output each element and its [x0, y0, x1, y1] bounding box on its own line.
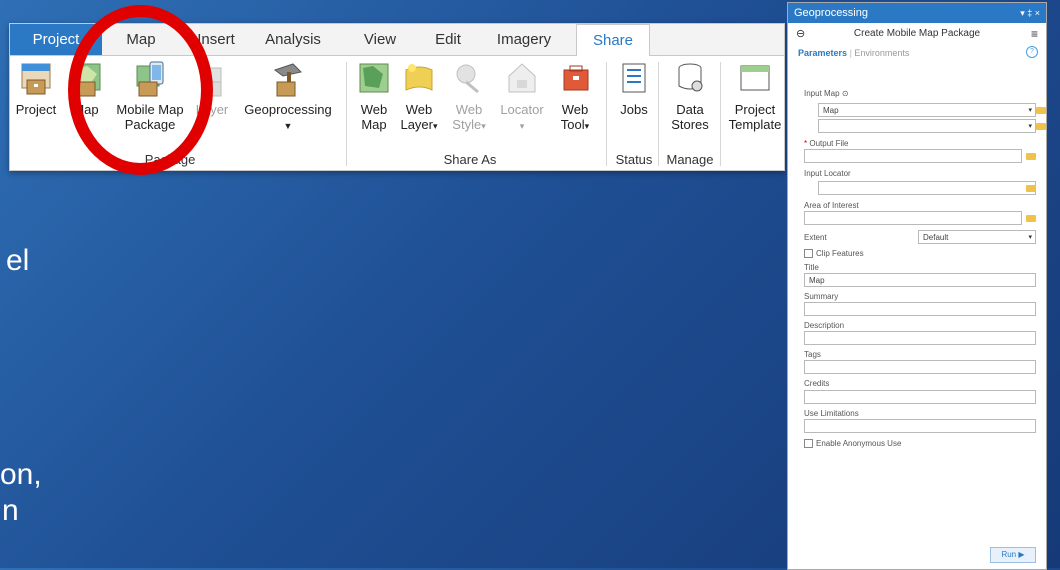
summary-label: Summary	[804, 292, 839, 301]
description-label: Description	[804, 321, 845, 330]
tab-edit[interactable]: Edit	[428, 24, 468, 55]
share-project-button[interactable]: Project	[10, 56, 62, 117]
summary-field[interactable]	[804, 302, 1036, 316]
web-style-icon	[452, 60, 486, 98]
use-limitations-field[interactable]	[804, 419, 1036, 433]
gp-tool-header: ⊖ Create Mobile Map Package ≡	[788, 23, 1046, 45]
gp-window-controls[interactable]: ▾ ‡ ×	[1020, 3, 1040, 23]
menu-icon[interactable]: ≡	[1031, 23, 1038, 45]
background-text-1: el	[6, 244, 30, 277]
input-map-field-2[interactable]: ▾	[818, 119, 1036, 133]
title-field[interactable]: Map	[804, 273, 1036, 287]
input-map-label: Input Map ⊙	[804, 89, 849, 98]
folder-icon[interactable]	[1036, 123, 1046, 130]
separator	[658, 62, 659, 166]
separator	[606, 62, 607, 166]
add-icon[interactable]: ⊙	[842, 89, 849, 98]
aoi-label: Area of Interest	[804, 201, 859, 210]
extent-label: Extent	[804, 233, 827, 242]
share-geoprocessing-button[interactable]: Geoprocessing ▼	[238, 56, 338, 134]
group-share-as: Share As	[443, 152, 497, 167]
geoprocessing-dropdown-icon[interactable]: ▼	[284, 121, 293, 131]
extent-select[interactable]: Default ▾	[918, 230, 1036, 244]
web-map-button[interactable]: Web Map	[354, 56, 394, 132]
group-status: Status	[615, 152, 653, 167]
folder-icon[interactable]	[1026, 153, 1036, 160]
web-tool-button[interactable]: Web Tool▾	[552, 56, 598, 134]
locator-button[interactable]: Locator ▾	[496, 56, 548, 134]
description-field[interactable]	[804, 331, 1036, 345]
gp-tabs: Parameters | Environments ?	[788, 45, 1046, 61]
tab-analysis[interactable]: Analysis	[258, 24, 328, 55]
title-label: Title	[804, 263, 819, 272]
folder-icon[interactable]	[1026, 215, 1036, 222]
gp-title: Geoprocessing	[794, 7, 868, 19]
separator	[720, 62, 721, 166]
project-template-icon	[738, 60, 772, 98]
folder-icon[interactable]	[1026, 185, 1036, 192]
web-layer-icon	[402, 60, 436, 98]
tab-view[interactable]: View	[358, 24, 402, 55]
project-package-icon	[19, 60, 53, 98]
aoi-field[interactable]	[804, 211, 1022, 225]
output-file-field[interactable]	[804, 149, 1022, 163]
background-text-2: on,	[0, 458, 42, 491]
input-locator-field[interactable]	[818, 181, 1036, 195]
web-style-button[interactable]: Web Style▾	[446, 56, 492, 134]
play-icon: ▶	[1018, 550, 1025, 559]
tab-parameters[interactable]: Parameters	[798, 48, 847, 58]
back-arrow-icon[interactable]: ⊖	[796, 23, 805, 45]
input-locator-label: Input Locator	[804, 169, 851, 178]
data-stores-icon	[673, 60, 707, 98]
data-stores-button[interactable]: Data Stores	[664, 56, 716, 132]
clip-features-checkbox[interactable]: Clip Features	[804, 249, 864, 259]
group-manage: Manage	[666, 152, 714, 167]
project-template-button[interactable]: Project Template	[726, 56, 784, 132]
jobs-button[interactable]: Jobs	[612, 56, 656, 117]
geoprocessing-package-icon	[271, 60, 305, 98]
output-file-label: * Output File	[804, 139, 849, 148]
web-layer-button[interactable]: Web Layer▾	[396, 56, 442, 134]
credits-label: Credits	[804, 379, 830, 388]
tab-imagery[interactable]: Imagery	[492, 24, 556, 55]
run-button[interactable]: Run ▶	[990, 547, 1036, 563]
highlight-circle	[68, 5, 213, 175]
gp-tool-name: Create Mobile Map Package	[853, 28, 981, 39]
web-tool-icon	[558, 60, 592, 98]
tab-share[interactable]: Share	[576, 24, 650, 57]
locator-icon	[505, 60, 539, 98]
anonymous-use-checkbox[interactable]: Enable Anonymous Use	[804, 439, 901, 449]
background-text-3: n	[2, 494, 19, 527]
input-map-field[interactable]: Map ▾	[818, 103, 1036, 117]
geoprocessing-pane: Geoprocessing ▾ ‡ × ⊖ Create Mobile Map …	[787, 2, 1047, 570]
folder-icon[interactable]	[1036, 107, 1046, 114]
tags-label: Tags	[804, 350, 821, 359]
separator	[346, 62, 347, 166]
use-limitations-label: Use Limitations	[804, 409, 859, 418]
tags-field[interactable]	[804, 360, 1036, 374]
tab-environments[interactable]: Environments	[854, 48, 909, 58]
gp-title-bar: Geoprocessing ▾ ‡ ×	[788, 3, 1046, 23]
credits-field[interactable]	[804, 390, 1036, 404]
web-map-icon	[357, 60, 391, 98]
jobs-icon	[617, 60, 651, 98]
help-icon[interactable]: ?	[1026, 46, 1038, 58]
